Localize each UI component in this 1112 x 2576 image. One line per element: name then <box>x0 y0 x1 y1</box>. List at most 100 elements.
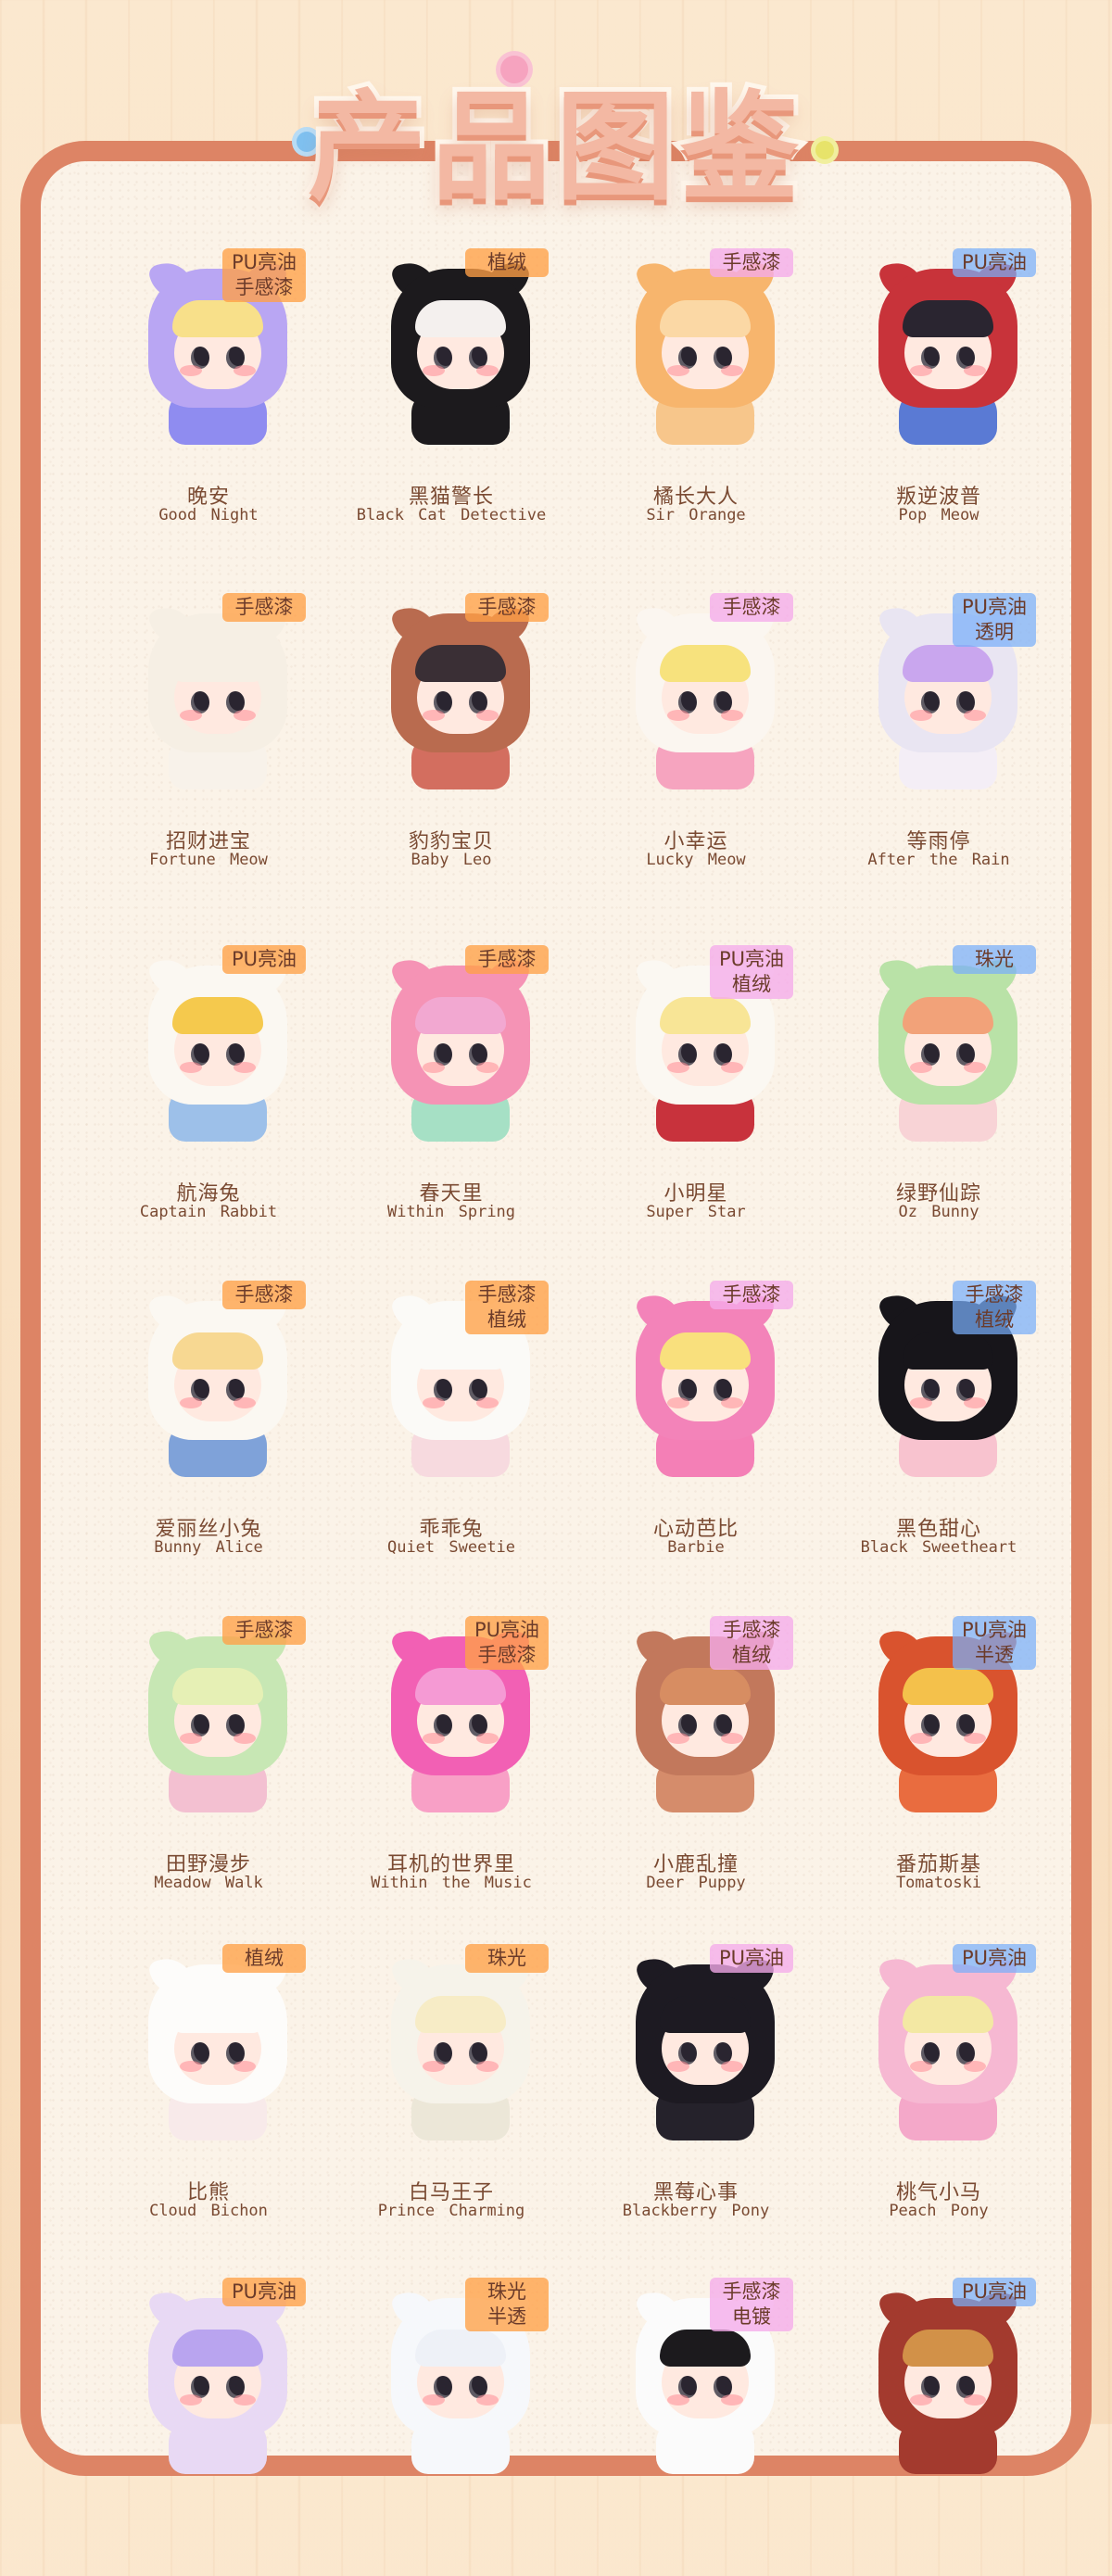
figure-image <box>877 256 1019 445</box>
product-card[interactable]: PU亮油 叛逆波普 Pop Meow <box>818 241 1059 547</box>
figure-blush <box>721 365 743 376</box>
product-card[interactable]: PU亮油 手感漆 耳机的世界里 Within the Music <box>331 1609 572 1914</box>
figure-hair <box>415 645 506 682</box>
product-card[interactable]: 手感漆 小幸运 Lucky Meow <box>575 586 816 891</box>
figure-hair <box>415 2330 506 2367</box>
finish-tag: 手感漆 <box>465 593 549 622</box>
product-card[interactable]: PU亮油 植绒 小明星 Super Star <box>575 938 816 1244</box>
product-card[interactable]: 植绒 比熊 Cloud Bichon <box>88 1937 329 2242</box>
product-card[interactable]: 手感漆 电镀 <box>575 2270 816 2576</box>
finish-tag: PU亮油 <box>953 2278 1037 2306</box>
product-card[interactable]: 手感漆 招财进宝 Fortune Meow <box>88 586 329 891</box>
figure-image <box>146 953 289 1142</box>
figure-blush <box>964 1733 986 1744</box>
product-name-en: Barbie <box>667 1538 725 1557</box>
figure-hair <box>415 300 506 337</box>
figure-blush <box>180 1397 202 1408</box>
product-card[interactable]: 手感漆 春天里 Within Spring <box>331 938 572 1244</box>
finish-tag: PU亮油 <box>953 1944 1037 1973</box>
figure-blush <box>180 2394 202 2406</box>
figure-hair <box>660 997 751 1034</box>
figure-blush <box>910 710 932 721</box>
product-name-en: Within the Music <box>371 1874 532 1892</box>
product-card[interactable]: PU亮油 透明 等雨停 After the Rain <box>818 586 1059 891</box>
figure-blush <box>667 1062 689 1073</box>
product-name-en: Good Night <box>158 506 259 524</box>
figure-image <box>146 1623 289 1812</box>
figure-hair <box>903 645 993 682</box>
page-title: 产品图鉴 <box>303 74 804 221</box>
figure-hair <box>903 997 993 1034</box>
finish-tag: 手感漆 <box>222 593 306 622</box>
product-card[interactable]: PU亮油 <box>818 2270 1059 2576</box>
figure-blush <box>910 1733 932 1744</box>
figure-blush <box>476 2061 499 2072</box>
product-card[interactable]: 手感漆 田野漫步 Meadow Walk <box>88 1609 329 1914</box>
product-name-en: Peach Pony <box>889 2202 989 2220</box>
product-name-en: Tomatoski <box>895 1874 982 1892</box>
finish-tag: 手感漆 植绒 <box>710 1616 793 1670</box>
figure-blush <box>476 2394 499 2406</box>
figure-hair <box>660 1996 751 2033</box>
figure-hair <box>172 1332 263 1370</box>
product-card[interactable]: 手感漆 植绒 小鹿乱撞 Deer Puppy <box>575 1609 816 1914</box>
figure-blush <box>721 1397 743 1408</box>
product-name-en: Lucky Meow <box>646 851 746 869</box>
product-card[interactable]: 珠光 白马王子 Prince Charming <box>331 1937 572 2242</box>
product-card[interactable]: PU亮油 黑莓心事 Blackberry Pony <box>575 1937 816 2242</box>
finish-tag: 手感漆 <box>222 1616 306 1645</box>
figure-image <box>634 1288 777 1477</box>
figure-blush <box>476 1733 499 1744</box>
product-card[interactable]: 手感漆 爱丽丝小兔 Bunny Alice <box>88 1273 329 1579</box>
figure-hair <box>172 1668 263 1705</box>
figure-blush <box>423 365 445 376</box>
product-name-en: Quiet Sweetie <box>386 1538 516 1557</box>
figure-blush <box>476 1062 499 1073</box>
product-card[interactable]: PU亮油 航海兔 Captain Rabbit <box>88 938 329 1244</box>
product-name-en: Cloud Bichon <box>149 2202 268 2220</box>
product-card[interactable]: PU亮油 半透 番茄斯基 Tomatoski <box>818 1609 1059 1914</box>
figure-blush <box>721 2394 743 2406</box>
product-card[interactable]: 手感漆 橘长大人 Sir Orange <box>575 241 816 547</box>
figure-blush <box>964 710 986 721</box>
product-card[interactable]: PU亮油 桃气小马 Peach Pony <box>818 1937 1059 2242</box>
figure-image <box>389 256 532 445</box>
finish-tag: PU亮油 <box>710 1944 794 1973</box>
figure-hair <box>172 1996 263 2033</box>
figure-blush <box>180 710 202 721</box>
figure-blush <box>667 1733 689 1744</box>
figure-blush <box>476 1397 499 1408</box>
figure-hair <box>415 997 506 1034</box>
finish-tag: PU亮油 <box>222 945 307 974</box>
figure-blush <box>667 2061 689 2072</box>
figure-blush <box>667 1397 689 1408</box>
figure-image <box>146 1951 289 2140</box>
figure-hair <box>903 300 993 337</box>
product-card[interactable]: 手感漆 植绒 乖乖兔 Quiet Sweetie <box>331 1273 572 1579</box>
figure-hair <box>172 300 263 337</box>
finish-tag: 手感漆 植绒 <box>465 1281 549 1334</box>
product-card[interactable]: PU亮油 手感漆 晚安 Good Night <box>88 241 329 547</box>
product-card[interactable]: 手感漆 豹豹宝贝 Baby Leo <box>331 586 572 891</box>
product-card[interactable]: 手感漆 植绒 黑色甜心 Black Sweetheart <box>818 1273 1059 1579</box>
figure-image <box>634 600 777 789</box>
finish-tag: 珠光 半透 <box>465 2278 549 2331</box>
figure-blush <box>476 365 499 376</box>
product-card[interactable]: 手感漆 心动芭比 Barbie <box>575 1273 816 1579</box>
figure-blush <box>721 1062 743 1073</box>
figure-blush <box>964 2061 986 2072</box>
figure-blush <box>423 2061 445 2072</box>
figure-image <box>389 953 532 1142</box>
figure-blush <box>423 1397 445 1408</box>
finish-tag: PU亮油 <box>222 2278 307 2306</box>
product-card[interactable]: 植绒 黑猫警长 Black Cat Detective <box>331 241 572 547</box>
product-card[interactable]: 珠光 绿野仙踪 Oz Bunny <box>818 938 1059 1244</box>
figure-blush <box>910 2061 932 2072</box>
figure-blush <box>910 1062 932 1073</box>
product-card[interactable]: 珠光 半透 <box>331 2270 572 2576</box>
product-card[interactable]: PU亮油 <box>88 2270 329 2576</box>
finish-tag: 手感漆 <box>710 1281 793 1309</box>
product-name-en: Black Sweetheart <box>860 1538 1017 1557</box>
finish-tag: PU亮油 手感漆 <box>222 248 307 302</box>
figure-blush <box>964 365 986 376</box>
